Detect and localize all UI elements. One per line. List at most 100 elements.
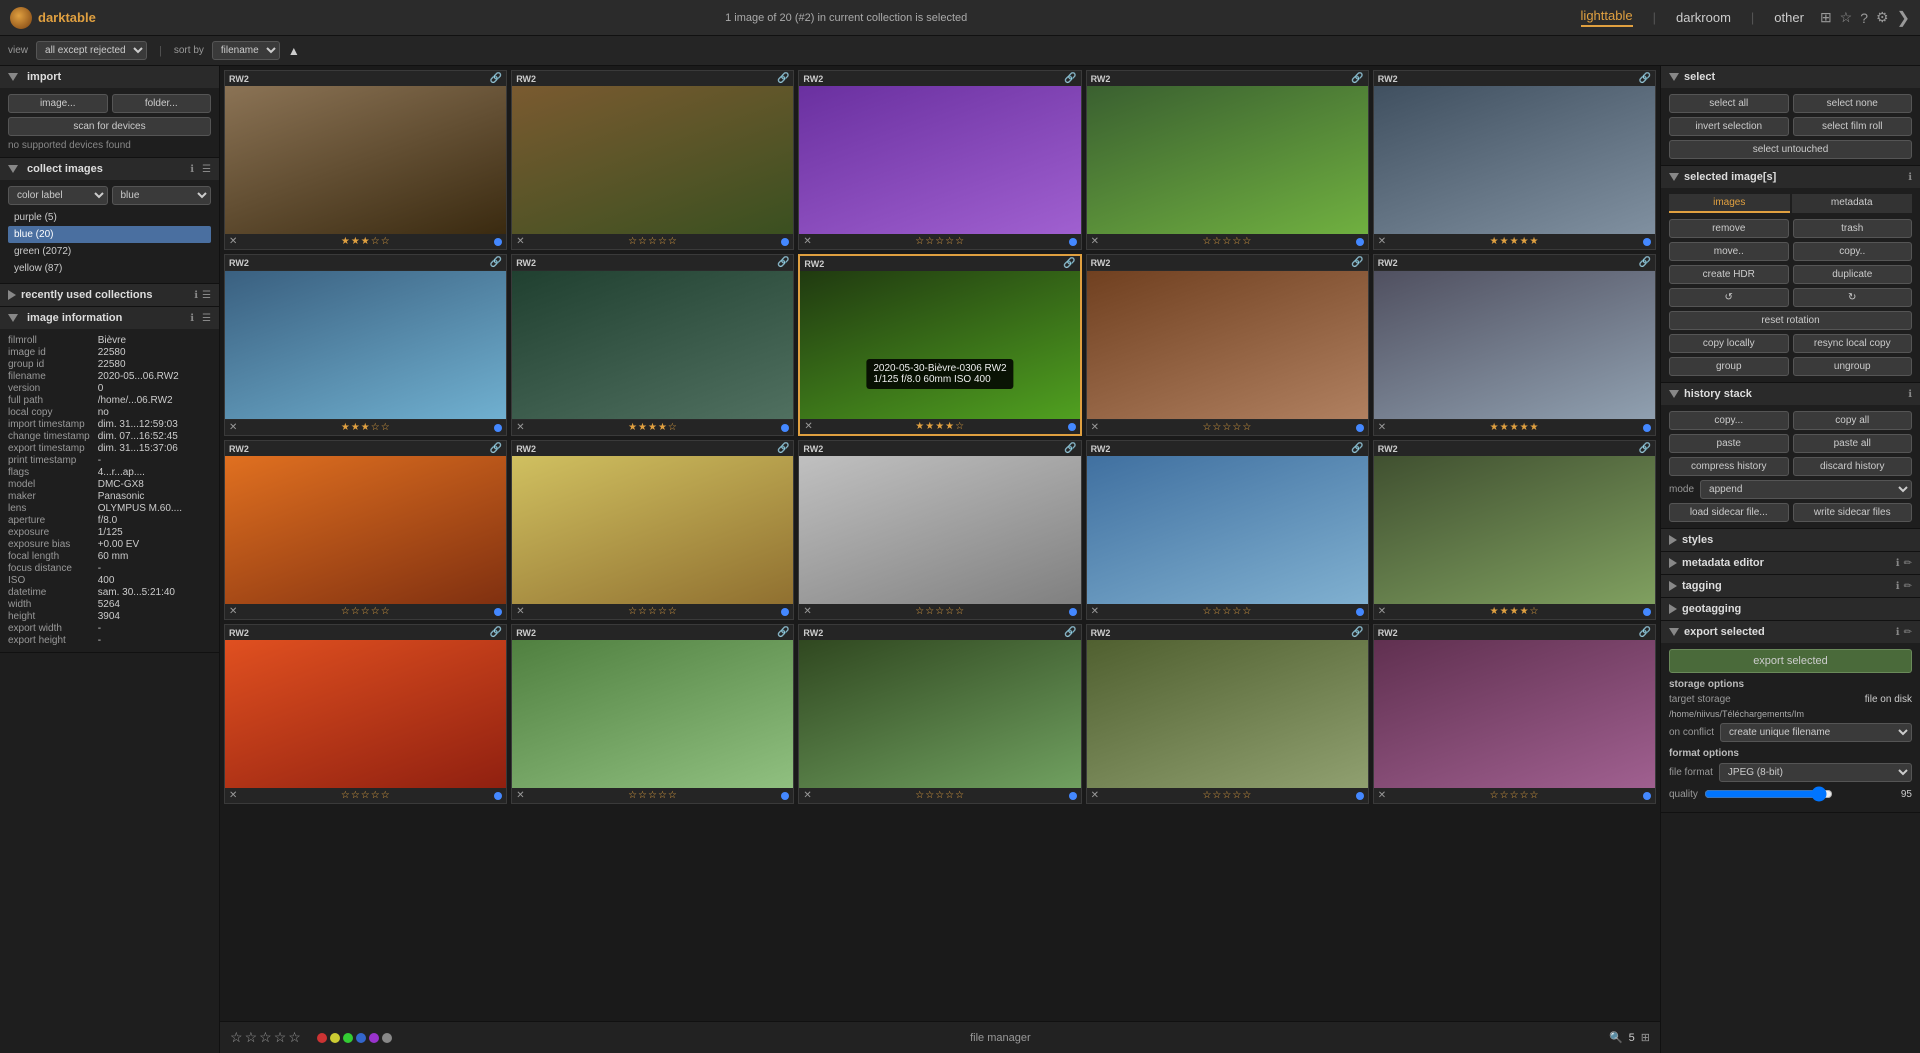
table-row[interactable]: RW2🔗✕★★★☆☆ — [224, 254, 507, 436]
copy-btn[interactable]: copy.. — [1793, 242, 1913, 261]
thumb-close-icon[interactable]: ✕ — [229, 236, 237, 247]
thumb-icon1[interactable]: 🔗 — [777, 627, 789, 638]
remove-btn[interactable]: remove — [1669, 219, 1789, 238]
copy-locally-btn[interactable]: copy locally — [1669, 334, 1789, 353]
thumb-close-icon[interactable]: ✕ — [803, 236, 811, 247]
filter-purple[interactable] — [369, 1033, 379, 1043]
group-btn[interactable]: group — [1669, 357, 1789, 376]
thumb-close-icon[interactable]: ✕ — [1378, 606, 1386, 617]
geotagging-header[interactable]: geotagging — [1661, 598, 1920, 620]
invert-selection-btn[interactable]: invert selection — [1669, 117, 1789, 136]
table-row[interactable]: RW2🔗✕☆☆☆☆☆ — [1086, 440, 1369, 620]
settings-icon[interactable]: ⚙ — [1876, 9, 1889, 26]
table-row[interactable]: RW2🔗✕★★★★☆ — [1373, 440, 1656, 620]
tag-green[interactable]: green (2072) — [8, 243, 211, 260]
tag-purple[interactable]: purple (5) — [8, 209, 211, 226]
star-rating[interactable]: ☆☆☆☆☆ — [341, 606, 391, 617]
thumb-close-icon[interactable]: ✕ — [516, 236, 524, 247]
bottom-nav-icon[interactable]: ⊞ — [1641, 1031, 1650, 1044]
thumb-close-icon[interactable]: ✕ — [229, 790, 237, 801]
collect-header[interactable]: collect images ℹ ☰ — [0, 158, 219, 180]
nav-other[interactable]: other — [1774, 10, 1804, 25]
thumb-close-icon[interactable]: ✕ — [516, 606, 524, 617]
table-row[interactable]: RW2🔗✕☆☆☆☆☆ — [1086, 70, 1369, 250]
tagging-edit-icon[interactable]: ✏ — [1904, 581, 1912, 592]
rotate-ccw-btn[interactable]: ↺ — [1669, 288, 1789, 307]
star-rating[interactable]: ★★★★★ — [1490, 236, 1540, 247]
selected-info-icon[interactable]: ℹ — [1908, 172, 1912, 183]
thumb-icon1[interactable]: 🔗 — [490, 257, 502, 268]
import-image-btn[interactable]: image... — [8, 94, 108, 113]
thumb-close-icon[interactable]: ✕ — [1091, 236, 1099, 247]
thumb-close-icon[interactable]: ✕ — [803, 606, 811, 617]
grid-icon[interactable]: ⊞ — [1820, 9, 1832, 26]
thumb-icon1[interactable]: 🔗 — [1351, 257, 1363, 268]
table-row[interactable]: RW2🔗✕☆☆☆☆☆ — [511, 440, 794, 620]
info-header[interactable]: image information ℹ ☰ — [0, 307, 219, 329]
table-row[interactable]: RW2🔗✕☆☆☆☆☆ — [511, 70, 794, 250]
star-rating[interactable]: ☆☆☆☆☆ — [1202, 236, 1252, 247]
history-copy-all-btn[interactable]: copy all — [1793, 411, 1913, 430]
table-row[interactable]: RW2🔗✕★★★☆☆ — [224, 70, 507, 250]
tag-yellow[interactable]: yellow (87) — [8, 260, 211, 277]
duplicate-btn[interactable]: duplicate — [1793, 265, 1913, 284]
metadata-info-icon[interactable]: ℹ — [1896, 558, 1900, 569]
conflict-select[interactable]: create unique filename — [1720, 723, 1912, 742]
star4[interactable]: ☆ — [274, 1029, 287, 1046]
filter-yellow[interactable] — [330, 1033, 340, 1043]
history-paste-btn[interactable]: paste — [1669, 434, 1789, 453]
history-copy-btn[interactable]: copy... — [1669, 411, 1789, 430]
thumb-icon1[interactable]: 🔗 — [490, 443, 502, 454]
star-filter[interactable]: ☆ ☆ ☆ ☆ ☆ — [230, 1029, 301, 1046]
filter-select[interactable]: all except rejected — [36, 41, 147, 60]
star-rating[interactable]: ★★★☆☆ — [341, 236, 391, 247]
table-row[interactable]: RW2🔗✕☆☆☆☆☆ — [511, 624, 794, 804]
table-row[interactable]: RW2🔗✕☆☆☆☆☆ — [224, 440, 507, 620]
collect-field2[interactable]: blue — [112, 186, 212, 205]
thumb-close-icon[interactable]: ✕ — [1091, 422, 1099, 433]
star-rating[interactable]: ★★★★☆ — [915, 421, 965, 432]
mode-select[interactable]: append — [1700, 480, 1912, 499]
history-info-icon[interactable]: ℹ — [1908, 389, 1912, 400]
star-rating[interactable]: ★★★☆☆ — [341, 422, 391, 433]
thumb-icon1[interactable]: 🔗 — [1064, 443, 1076, 454]
selected-images-header[interactable]: selected image[s] ℹ — [1661, 166, 1920, 188]
export-header[interactable]: export selected ℹ ✏ — [1661, 621, 1920, 643]
rotate-cw-btn[interactable]: ↻ — [1793, 288, 1913, 307]
recently-header[interactable]: recently used collections ℹ ☰ — [0, 284, 219, 306]
thumb-close-icon[interactable]: ✕ — [516, 422, 524, 433]
resync-btn[interactable]: resync local copy — [1793, 334, 1913, 353]
thumb-close-icon[interactable]: ✕ — [804, 421, 812, 432]
thumb-icon1[interactable]: 🔗 — [777, 257, 789, 268]
collect-menu-icon[interactable]: ☰ — [202, 164, 211, 175]
metadata-edit-icon[interactable]: ✏ — [1904, 558, 1912, 569]
star-icon[interactable]: ☆ — [1840, 9, 1853, 26]
thumb-close-icon[interactable]: ✕ — [1378, 790, 1386, 801]
star-rating[interactable]: ☆☆☆☆☆ — [915, 236, 965, 247]
table-row[interactable]: RW2🔗✕☆☆☆☆☆ — [1373, 624, 1656, 804]
table-row[interactable]: RW2🔗✕☆☆☆☆☆ — [1086, 254, 1369, 436]
collect-info-icon[interactable]: ℹ — [190, 164, 194, 175]
recently-menu-icon[interactable]: ☰ — [202, 290, 211, 301]
thumb-icon1[interactable]: 🔗 — [1351, 627, 1363, 638]
export-edit-icon[interactable]: ✏ — [1904, 627, 1912, 638]
tag-blue[interactable]: blue (20) — [8, 226, 211, 243]
star1[interactable]: ☆ — [230, 1029, 243, 1046]
thumb-icon1[interactable]: 🔗 — [490, 627, 502, 638]
discard-history-btn[interactable]: discard history — [1793, 457, 1913, 476]
star-rating[interactable]: ☆☆☆☆☆ — [628, 790, 678, 801]
create-hdr-btn[interactable]: create HDR — [1669, 265, 1789, 284]
thumb-icon1[interactable]: 🔗 — [1639, 443, 1651, 454]
star5[interactable]: ☆ — [288, 1029, 301, 1046]
star3[interactable]: ☆ — [259, 1029, 272, 1046]
help-icon[interactable]: ? — [1860, 10, 1868, 26]
thumb-icon1[interactable]: 🔗 — [490, 73, 502, 84]
info-icon[interactable]: ℹ — [190, 313, 194, 324]
thumb-close-icon[interactable]: ✕ — [229, 606, 237, 617]
filter-gray[interactable] — [382, 1033, 392, 1043]
star-rating[interactable]: ★★★★☆ — [1490, 606, 1540, 617]
filter-red[interactable] — [317, 1033, 327, 1043]
compress-history-btn[interactable]: compress history — [1669, 457, 1789, 476]
load-sidecar-btn[interactable]: load sidecar file... — [1669, 503, 1789, 522]
thumb-close-icon[interactable]: ✕ — [1091, 606, 1099, 617]
